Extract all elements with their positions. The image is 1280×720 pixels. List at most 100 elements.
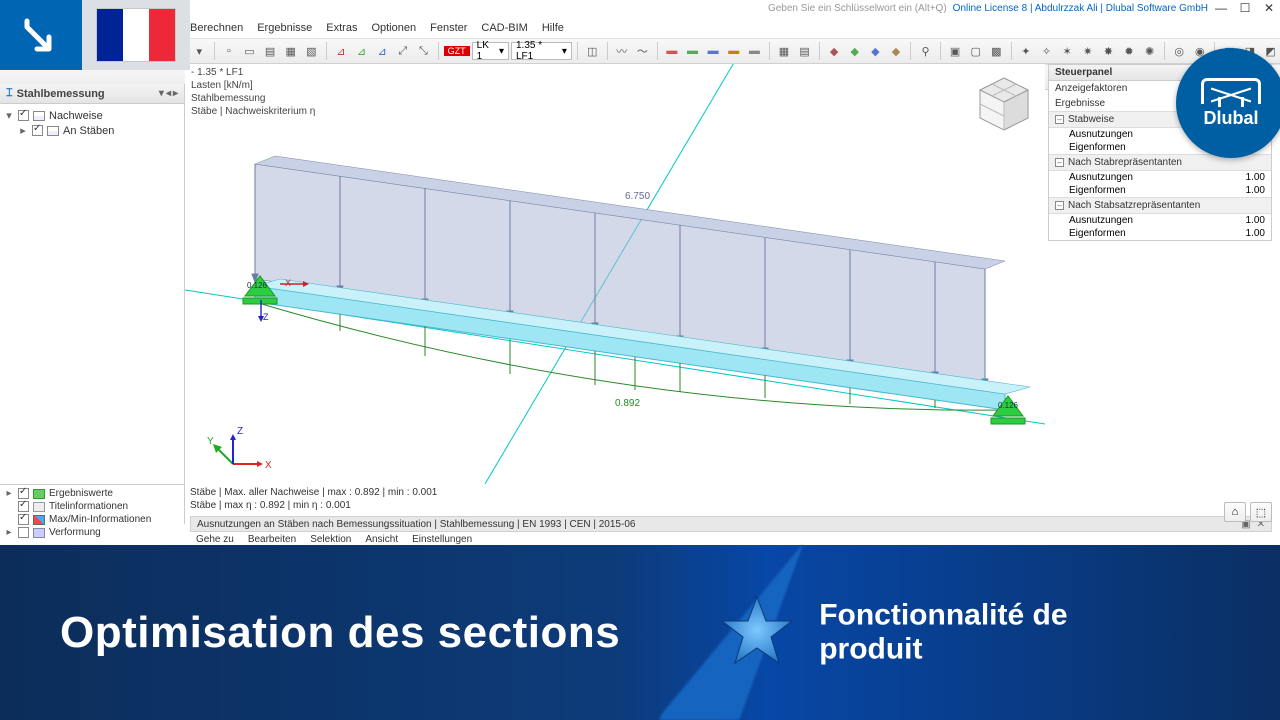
misc-c-icon[interactable]: ▩ <box>987 41 1006 61</box>
a1-icon[interactable]: ✦ <box>1017 41 1036 61</box>
svg-text:Y: Y <box>207 436 214 447</box>
a4-icon[interactable]: ✷ <box>1078 41 1097 61</box>
axis-triad: X Y Z <box>207 426 272 471</box>
axis-z-icon[interactable]: ⊿ <box>373 41 392 61</box>
viewport-footer: Stäbe | Max. aller Nachweise | max : 0.8… <box>190 486 1045 512</box>
axis-y-icon[interactable]: ⊿ <box>352 41 371 61</box>
sub-gehezu[interactable]: Gehe zu <box>196 534 234 545</box>
maximize-button[interactable]: ☐ <box>1238 1 1252 15</box>
promo-banner: Optimisation des sections Fonctionnalité… <box>0 545 1280 720</box>
view2-icon[interactable]: ⤡ <box>414 41 433 61</box>
opt-maxmin[interactable]: Max/Min-Informationen <box>4 513 180 526</box>
a6-icon[interactable]: ✹ <box>1120 41 1139 61</box>
sub-bearbeiten[interactable]: Bearbeiten <box>248 534 296 545</box>
menu-cadbim[interactable]: CAD-BIM <box>481 22 527 34</box>
view-icon[interactable]: ⤢ <box>393 41 412 61</box>
menu-extras[interactable]: Extras <box>326 22 357 34</box>
svg-text:0.126: 0.126 <box>998 401 1019 410</box>
expand-icon[interactable]: ▸ <box>18 124 28 137</box>
row-ausnutzungen-3[interactable]: Ausnutzungen1.00 <box>1049 214 1271 227</box>
b1-icon[interactable]: ◎ <box>1170 41 1189 61</box>
row-ausnutzungen-2[interactable]: Ausnutzungen1.00 <box>1049 171 1271 184</box>
deform-icon <box>33 528 45 538</box>
grp3-icon[interactable]: ◆ <box>866 41 885 61</box>
model-render: 6.750 0.892 0.126 X Z <box>185 64 1045 486</box>
checkbox[interactable] <box>18 501 29 512</box>
grp2-icon[interactable]: ◆ <box>845 41 864 61</box>
menu-ergebnisse[interactable]: Ergebnisse <box>257 22 312 34</box>
print-icon[interactable]: ▦ <box>281 41 300 61</box>
loadcombo-combo[interactable]: 1.35 * LF1▾ <box>511 42 572 60</box>
grp4-icon[interactable]: ◆ <box>887 41 906 61</box>
search-hint[interactable]: Geben Sie ein Schlüsselwort ein (Alt+Q) <box>768 3 947 14</box>
opt-titelinfo[interactable]: Titelinformationen <box>4 500 180 513</box>
iso-view-icon[interactable]: ⬚ <box>1250 502 1272 522</box>
nav-prev-icon[interactable]: ◂ <box>166 88 171 99</box>
menu-hilfe[interactable]: Hilfe <box>542 22 564 34</box>
flag-france <box>82 0 190 70</box>
nav-dropdown-icon[interactable]: ▾ <box>159 88 164 99</box>
menu-berechnen[interactable]: Berechnen <box>190 22 243 34</box>
home-view-icon[interactable]: ⌂ <box>1224 502 1246 522</box>
flag-red <box>149 9 175 61</box>
flag-white <box>123 9 149 61</box>
a7-icon[interactable]: ✺ <box>1140 41 1159 61</box>
misc-a-icon[interactable]: ▣ <box>946 41 965 61</box>
a3-icon[interactable]: ✶ <box>1058 41 1077 61</box>
checkbox[interactable] <box>18 514 29 525</box>
checkbox[interactable] <box>18 110 29 121</box>
grp-stabsatzrep[interactable]: –Nach Stabsatzrepräsentanten <box>1049 197 1271 214</box>
opt-verformung[interactable]: ▸Verformung <box>4 526 180 539</box>
nav-next-icon[interactable]: ▸ <box>173 88 178 99</box>
sub-ansicht[interactable]: Ansicht <box>365 534 398 545</box>
viewport-tool-buttons: ⌂ ⬚ <box>1224 502 1272 522</box>
t-a-icon[interactable]: 〰 <box>612 41 631 61</box>
display-options-panel: ▸Ergebniswerte Titelinformationen Max/Mi… <box>0 484 185 524</box>
grp1-icon[interactable]: ◆ <box>825 41 844 61</box>
tables2-icon[interactable]: ▤ <box>795 41 814 61</box>
a2-icon[interactable]: ✧ <box>1037 41 1056 61</box>
title-icon <box>33 502 45 512</box>
checkbox[interactable] <box>18 488 29 499</box>
tool-generic-icon[interactable]: ▾ <box>190 41 209 61</box>
navigator-title: ⌶ Stahlbemessung ▾ ◂ ▸ <box>0 84 184 104</box>
minimize-button[interactable]: — <box>1214 1 1228 15</box>
sub-selektion[interactable]: Selektion <box>310 534 351 545</box>
tree-nachweise[interactable]: ▾ Nachweise <box>4 108 180 123</box>
menu-fenster[interactable]: Fenster <box>430 22 467 34</box>
opt-ergebniswerte[interactable]: ▸Ergebniswerte <box>4 487 180 500</box>
t-b-icon[interactable]: 〜 <box>633 41 652 61</box>
flag-blue <box>97 9 123 61</box>
view-cube[interactable] <box>974 74 1034 134</box>
menu-optionen[interactable]: Optionen <box>371 22 416 34</box>
axis-x-icon[interactable]: ⊿ <box>332 41 351 61</box>
open-icon[interactable]: ▭ <box>240 41 259 61</box>
loadcase-combo[interactable]: LK 1▾ <box>472 42 509 60</box>
table-icon <box>33 111 45 121</box>
misc-b-icon[interactable]: ▢ <box>966 41 985 61</box>
eta-label: 0.892 <box>615 398 640 409</box>
sub-einstellungen[interactable]: Einstellungen <box>412 534 472 545</box>
checkbox[interactable] <box>18 527 29 538</box>
shade4-icon[interactable]: ▬ <box>724 41 743 61</box>
row-eigenformen-3[interactable]: Eigenformen1.00 <box>1049 227 1271 240</box>
expand-icon[interactable]: ▾ <box>4 109 14 122</box>
copy-icon[interactable]: ▧ <box>302 41 321 61</box>
svg-text:0.126: 0.126 <box>247 281 268 290</box>
save-icon[interactable]: ▤ <box>261 41 280 61</box>
model-viewport[interactable]: - 1.35 * LF1 Lasten [kN/m] Stahlbemessun… <box>185 64 1045 486</box>
shade5-icon[interactable]: ▬ <box>745 41 764 61</box>
shade3-icon[interactable]: ▬ <box>704 41 723 61</box>
checkbox[interactable] <box>32 125 43 136</box>
row-eigenformen-2[interactable]: Eigenformen1.00 <box>1049 184 1271 197</box>
shade2-icon[interactable]: ▬ <box>683 41 702 61</box>
tree-an-staeben[interactable]: ▸ An Stäben <box>4 123 180 138</box>
a5-icon[interactable]: ✸ <box>1099 41 1118 61</box>
shade1-icon[interactable]: ▬ <box>663 41 682 61</box>
close-button[interactable]: ✕ <box>1262 1 1276 15</box>
tables-icon[interactable]: ▦ <box>775 41 794 61</box>
cube-icon[interactable]: ◫ <box>583 41 602 61</box>
c3-icon[interactable]: ◩ <box>1261 41 1280 61</box>
new-icon[interactable]: ▫ <box>220 41 239 61</box>
search2-icon[interactable]: ⚲ <box>916 41 935 61</box>
